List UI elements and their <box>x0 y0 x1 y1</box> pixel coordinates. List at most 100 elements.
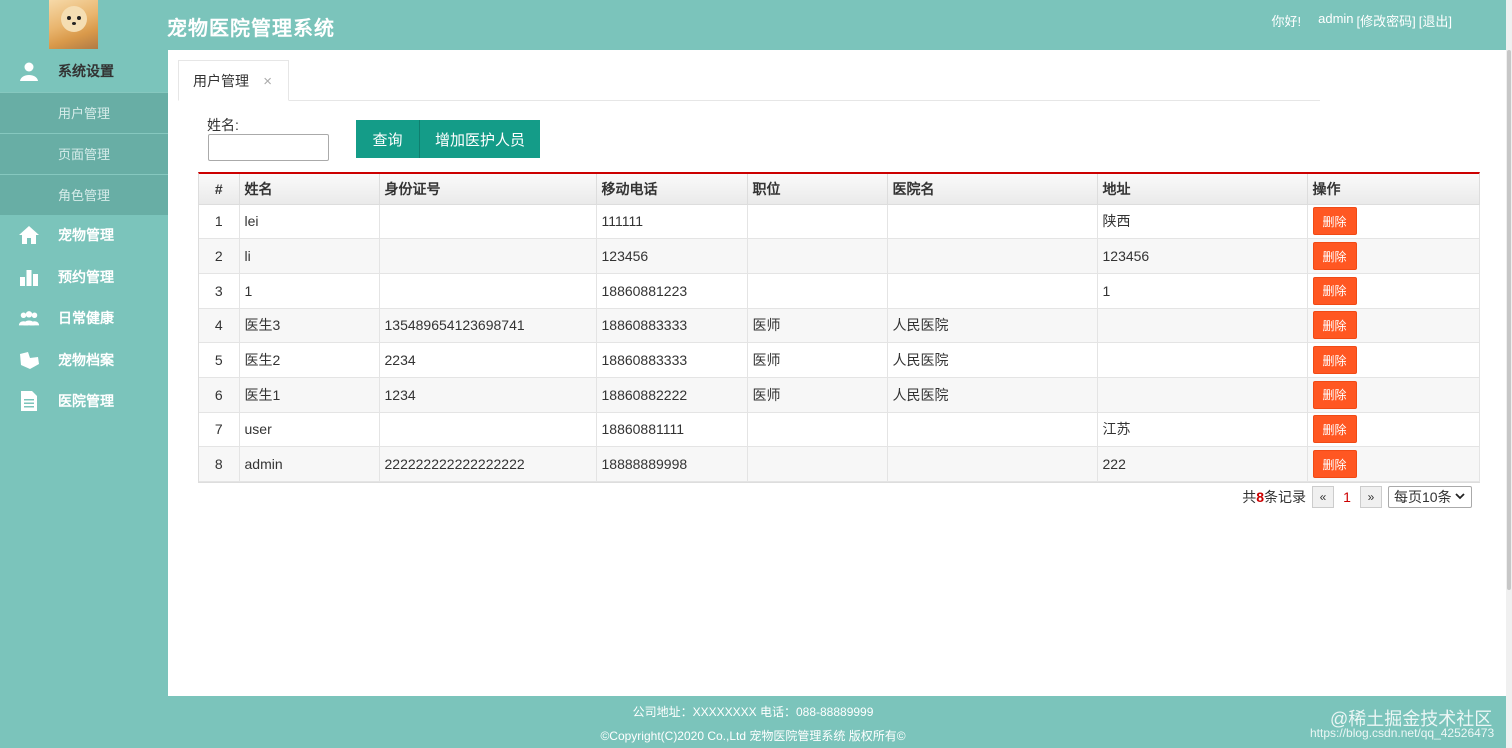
cell-position: 医师 <box>747 308 888 344</box>
cell-address: 陕西 <box>1097 204 1308 240</box>
close-icon[interactable]: × <box>263 73 272 90</box>
cell-action: 删除 <box>1307 412 1480 448</box>
sidebar-item-label: 日常健康 <box>58 310 114 327</box>
column-header-mobile: 移动电话 <box>596 174 748 205</box>
row-index: 8 <box>199 446 240 482</box>
prev-page-button[interactable]: « <box>1312 486 1334 508</box>
page-scrollbar[interactable] <box>1506 0 1512 748</box>
delete-button[interactable]: 删除 <box>1312 311 1357 340</box>
delete-button[interactable]: 删除 <box>1312 380 1357 409</box>
username: admin <box>1318 11 1354 26</box>
cell-name: 医生1 <box>239 377 380 413</box>
row-index: 6 <box>199 377 240 413</box>
cell-address: 江苏 <box>1097 412 1308 448</box>
current-page[interactable]: 1 <box>1334 489 1360 505</box>
cell-id-number <box>379 273 597 309</box>
column-header-name: 姓名 <box>239 174 380 205</box>
table-header-row: # 姓名 身份证号 移动电话 职位 医院名 地址 操作 <box>199 174 1480 205</box>
row-index: 7 <box>199 412 240 448</box>
sidebar-item-label: 系统设置 <box>58 62 114 79</box>
cell-mobile: 18888889998 <box>596 446 748 482</box>
cell-action: 删除 <box>1307 273 1480 309</box>
table-row: 5 医生2 2234 18860883333 医师 人民医院 删除 <box>199 342 1480 378</box>
row-index: 5 <box>199 342 240 378</box>
footer: 公司地址：XXXXXXXX 电话：088-88889999 ©Copyright… <box>168 696 1338 748</box>
sidebar-subitem-page-management[interactable]: 页面管理 <box>0 132 168 174</box>
name-search-label: 姓名: <box>207 117 239 133</box>
cell-id-number: 222222222222222222 <box>379 446 597 482</box>
footer-copyright: ©Copyright(C)2020 Co.,Ltd 宠物医院管理系统 版权所有© <box>600 729 906 743</box>
delete-button[interactable]: 删除 <box>1312 346 1357 375</box>
cell-address: 123456 <box>1097 238 1308 274</box>
cell-address <box>1097 377 1308 413</box>
main-content: 用户管理 × 姓名: 查询 增加医护人员 # 姓名 身份证号 移动电话 职位 医… <box>168 50 1506 696</box>
page-size-select[interactable]: 每页10条 <box>1388 486 1472 508</box>
cell-address <box>1097 342 1308 378</box>
cell-hospital: 人民医院 <box>887 377 1098 413</box>
group-icon <box>18 307 40 329</box>
cell-name: li <box>239 238 380 274</box>
user-area: 你好! admin [修改密码] [退出] <box>1268 11 1452 30</box>
delete-button[interactable]: 删除 <box>1312 415 1357 444</box>
sidebar-item-appointment-management[interactable]: 预约管理 <box>0 256 168 298</box>
query-button[interactable]: 查询 <box>356 120 420 158</box>
total-count: 8 <box>1256 489 1264 505</box>
change-password-link[interactable]: [修改密码] <box>1357 11 1416 30</box>
table-row: 7 user 18860881111 江苏 删除 <box>199 412 1480 448</box>
tab-user-management[interactable]: 用户管理 × <box>178 60 289 101</box>
sidebar-item-hospital-management[interactable]: 医院管理 <box>0 381 168 423</box>
cell-mobile: 18860883333 <box>596 342 748 378</box>
cell-id-number: 2234 <box>379 342 597 378</box>
sidebar-item-pet-records[interactable]: 宠物档案 <box>0 339 168 381</box>
cell-hospital <box>887 412 1098 448</box>
cell-id-number: 135489654123698741 <box>379 308 597 344</box>
sidebar-item-pet-management[interactable]: 宠物管理 <box>0 215 168 257</box>
table-row: 8 admin 222222222222222222 18888889998 2… <box>199 446 1480 482</box>
delete-button[interactable]: 删除 <box>1312 242 1357 271</box>
search-button-group: 查询 增加医护人员 <box>356 120 540 158</box>
cell-position <box>747 204 888 240</box>
cell-hospital <box>887 238 1098 274</box>
home-icon <box>18 224 40 246</box>
cell-name: user <box>239 412 380 448</box>
cell-action: 删除 <box>1307 308 1480 344</box>
chevron-down-icon <box>1455 489 1465 506</box>
cell-name: 医生3 <box>239 308 380 344</box>
sidebar-subitem-role-management[interactable]: 角色管理 <box>0 173 168 215</box>
sidebar-item-label: 宠物管理 <box>58 227 114 244</box>
total-suffix: 条记录 <box>1264 489 1306 505</box>
watermark-url: https://blog.csdn.net/qq_42526473 <box>1310 726 1495 740</box>
delete-button[interactable]: 删除 <box>1312 207 1357 236</box>
logout-link[interactable]: [退出] <box>1419 11 1452 30</box>
sidebar-item-label: 医院管理 <box>58 393 114 410</box>
cell-position <box>747 446 888 482</box>
name-search-input[interactable] <box>208 134 329 161</box>
cell-hospital <box>887 273 1098 309</box>
delete-button[interactable]: 删除 <box>1312 276 1357 305</box>
cell-action: 删除 <box>1307 446 1480 482</box>
add-medical-staff-button[interactable]: 增加医护人员 <box>420 120 540 158</box>
cell-name: 医生2 <box>239 342 380 378</box>
sidebar-subitem-user-management[interactable]: 用户管理 <box>0 91 168 133</box>
page-size-value: 每页10条 <box>1394 489 1452 505</box>
document-icon <box>18 390 40 412</box>
delete-button[interactable]: 删除 <box>1312 450 1357 479</box>
cell-name: lei <box>239 204 380 240</box>
row-index: 2 <box>199 238 240 274</box>
cell-id-number <box>379 204 597 240</box>
column-header-id-number: 身份证号 <box>379 174 597 205</box>
cell-action: 删除 <box>1307 342 1480 378</box>
total-prefix: 共 <box>1242 489 1257 505</box>
cell-action: 删除 <box>1307 238 1480 274</box>
cell-position <box>747 412 888 448</box>
greeting: 你好! <box>1271 14 1302 29</box>
cell-action: 删除 <box>1307 204 1480 240</box>
cell-hospital <box>887 446 1098 482</box>
table-row: 1 lei 111111 陕西 删除 <box>199 204 1480 240</box>
cell-id-number: 1234 <box>379 377 597 413</box>
footer-address: 公司地址：XXXXXXXX 电话：088-88889999 <box>632 705 874 719</box>
sidebar-item-daily-health[interactable]: 日常健康 <box>0 298 168 340</box>
next-page-button[interactable]: » <box>1360 486 1382 508</box>
sidebar-item-system-settings[interactable]: 系统设置 <box>0 50 168 92</box>
cell-address <box>1097 308 1308 344</box>
